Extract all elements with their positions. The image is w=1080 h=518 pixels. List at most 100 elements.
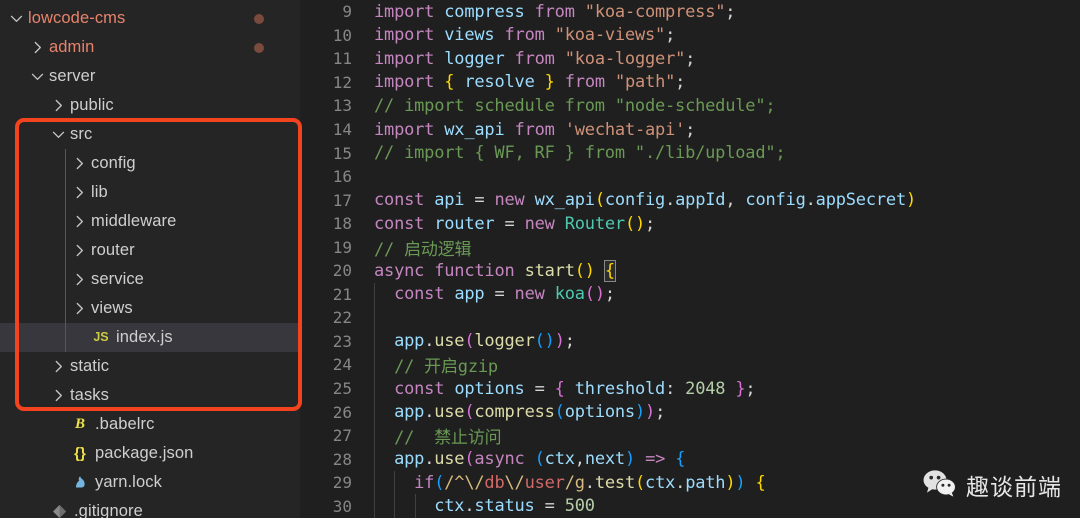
line-number: 15 xyxy=(332,143,352,163)
chevron-down-icon[interactable] xyxy=(50,126,67,143)
tree-item-label: src xyxy=(70,125,93,143)
tree-item-service[interactable]: service xyxy=(0,265,300,294)
code-line[interactable]: 19 // 启动逻辑 xyxy=(300,235,1080,260)
json-file-icon: {} xyxy=(74,445,86,462)
code-content: // import schedule from "node-schedule"; xyxy=(374,95,776,116)
tree-item-tasks[interactable]: tasks xyxy=(0,381,300,410)
git-modified-dot xyxy=(254,13,264,24)
code-line[interactable]: 22 xyxy=(300,306,1080,330)
code-line[interactable]: 26 app.use(compress(options)); xyxy=(300,400,1080,424)
git-modified-dot xyxy=(254,42,264,53)
line-number: 29 xyxy=(332,473,352,493)
tree-item-public[interactable]: public xyxy=(0,91,300,120)
tree-item-admin[interactable]: admin xyxy=(0,33,300,62)
code-line[interactable]: 14 import wx_api from 'wechat-api'; xyxy=(300,118,1080,142)
code-content: // import { WF, RF } from "./lib/upload"… xyxy=(374,143,786,164)
tree-item-label: tasks xyxy=(70,386,110,404)
line-number: 25 xyxy=(332,379,352,399)
line-number: 19 xyxy=(332,237,352,257)
yarn-file-icon xyxy=(70,474,90,491)
tree-item-index-js[interactable]: JS index.js xyxy=(0,323,300,352)
tree-item-lowcode-cms[interactable]: lowcode-cms xyxy=(0,4,300,33)
chevron-down-icon[interactable] xyxy=(8,10,25,27)
chevron-right-icon[interactable] xyxy=(50,387,67,404)
code-line[interactable]: 24 // 开启gzip xyxy=(300,353,1080,377)
code-line[interactable]: 13 // import schedule from "node-schedule… xyxy=(300,94,1080,118)
chevron-down-icon[interactable] xyxy=(29,68,46,85)
tree-item-label: index.js xyxy=(116,328,173,346)
tree-indent-guide xyxy=(65,149,66,352)
code-line[interactable]: 25 const options = { threshold: 2048 }; xyxy=(300,377,1080,401)
watermark-text: 趣谈前端 xyxy=(966,475,1062,501)
tree-item-label: service xyxy=(91,270,144,288)
code-line[interactable]: 12 import { resolve } from "path"; xyxy=(300,71,1080,95)
tree-item-yarn-lock[interactable]: yarn.lock xyxy=(0,468,300,497)
indent-guide xyxy=(394,471,396,518)
code-editor[interactable]: 9 import compress from "koa-compress"; 10 i… xyxy=(300,0,1080,518)
tree-item-config[interactable]: config xyxy=(0,149,300,178)
code-line[interactable]: 15 // import { WF, RF } from "./lib/uploa… xyxy=(300,141,1080,165)
tree-item-gitignore[interactable]: .gitignore xyxy=(0,497,300,518)
chevron-right-icon[interactable] xyxy=(50,358,67,375)
tree-item-label: lib xyxy=(91,183,108,201)
chevron-right-icon[interactable] xyxy=(71,213,88,230)
tree-item-package-json[interactable]: {} package.json xyxy=(0,439,300,468)
tree-item-static[interactable]: static xyxy=(0,352,300,381)
code-content: // 启动逻辑 xyxy=(374,239,472,260)
code-line[interactable]: 21 const app = new koa(); xyxy=(300,283,1080,307)
code-line[interactable]: 20 async function start() { xyxy=(300,259,1080,283)
code-line[interactable]: 27 // 禁止访问 xyxy=(300,424,1080,448)
javascript-file-icon: JS xyxy=(93,330,109,345)
tree-item-server[interactable]: server xyxy=(0,62,300,91)
chevron-right-icon[interactable] xyxy=(71,271,88,288)
tree-item-lib[interactable]: lib xyxy=(0,178,300,207)
vscode-window: lowcode-cms admin server public src config lib… xyxy=(0,0,1080,518)
code-content: import { resolve } from "path"; xyxy=(374,72,686,93)
code-content: app.use(logger()); xyxy=(394,331,575,352)
line-number: 30 xyxy=(332,496,352,516)
line-number: 17 xyxy=(332,190,352,210)
line-number: 16 xyxy=(332,167,352,187)
line-number: 28 xyxy=(332,449,352,469)
code-content: const app = new koa(); xyxy=(394,284,615,305)
chevron-right-icon[interactable] xyxy=(71,155,88,172)
code-content: app.use(compress(options)); xyxy=(394,402,666,423)
tree-item-label: .gitignore xyxy=(74,502,143,518)
tree-item-views[interactable]: views xyxy=(0,294,300,323)
code-line[interactable]: 10 import views from "koa-views"; xyxy=(300,24,1080,48)
chevron-right-icon[interactable] xyxy=(71,184,88,201)
line-number: 24 xyxy=(332,355,352,375)
line-number: 12 xyxy=(332,72,352,92)
code-content: import views from "koa-views"; xyxy=(374,25,676,46)
tree-item-label: static xyxy=(70,357,110,375)
chevron-right-icon[interactable] xyxy=(29,39,46,56)
file-explorer-sidebar[interactable]: lowcode-cms admin server public src config lib… xyxy=(0,0,302,518)
tree-item-babelrc[interactable]: B .babelrc xyxy=(0,410,300,439)
code-lines[interactable]: 9 import compress from "koa-compress"; 10 i… xyxy=(300,0,1080,518)
tree-item-label: admin xyxy=(49,38,95,56)
chevron-right-icon[interactable] xyxy=(50,97,67,114)
wechat-logo-icon xyxy=(923,469,957,502)
code-content: import logger from "koa-logger"; xyxy=(374,48,696,69)
tree-item-label: package.json xyxy=(95,444,194,462)
code-line[interactable]: 9 import compress from "koa-compress"; xyxy=(300,0,1080,24)
code-line[interactable]: 18 const router = new Router(); xyxy=(300,212,1080,236)
indent-guide xyxy=(414,494,416,518)
line-number: 23 xyxy=(332,331,352,351)
code-line[interactable]: 11 import logger from "koa-logger"; xyxy=(300,47,1080,71)
tree-item-src[interactable]: src xyxy=(0,120,300,149)
gitignore-file-icon xyxy=(49,504,69,518)
chevron-right-icon[interactable] xyxy=(71,300,88,317)
code-line[interactable]: 23 app.use(logger()); xyxy=(300,330,1080,354)
file-tree[interactable]: lowcode-cms admin server public src config lib… xyxy=(0,4,300,518)
code-line[interactable]: 16 xyxy=(300,165,1080,189)
line-number: 21 xyxy=(332,284,352,304)
line-number: 22 xyxy=(332,308,352,328)
tree-item-router[interactable]: router xyxy=(0,236,300,265)
indent-guide xyxy=(374,283,375,518)
chevron-right-icon[interactable] xyxy=(71,242,88,259)
tree-item-middleware[interactable]: middleware xyxy=(0,207,300,236)
code-line[interactable]: 17 const api = new wx_api(config.appId, c… xyxy=(300,188,1080,212)
